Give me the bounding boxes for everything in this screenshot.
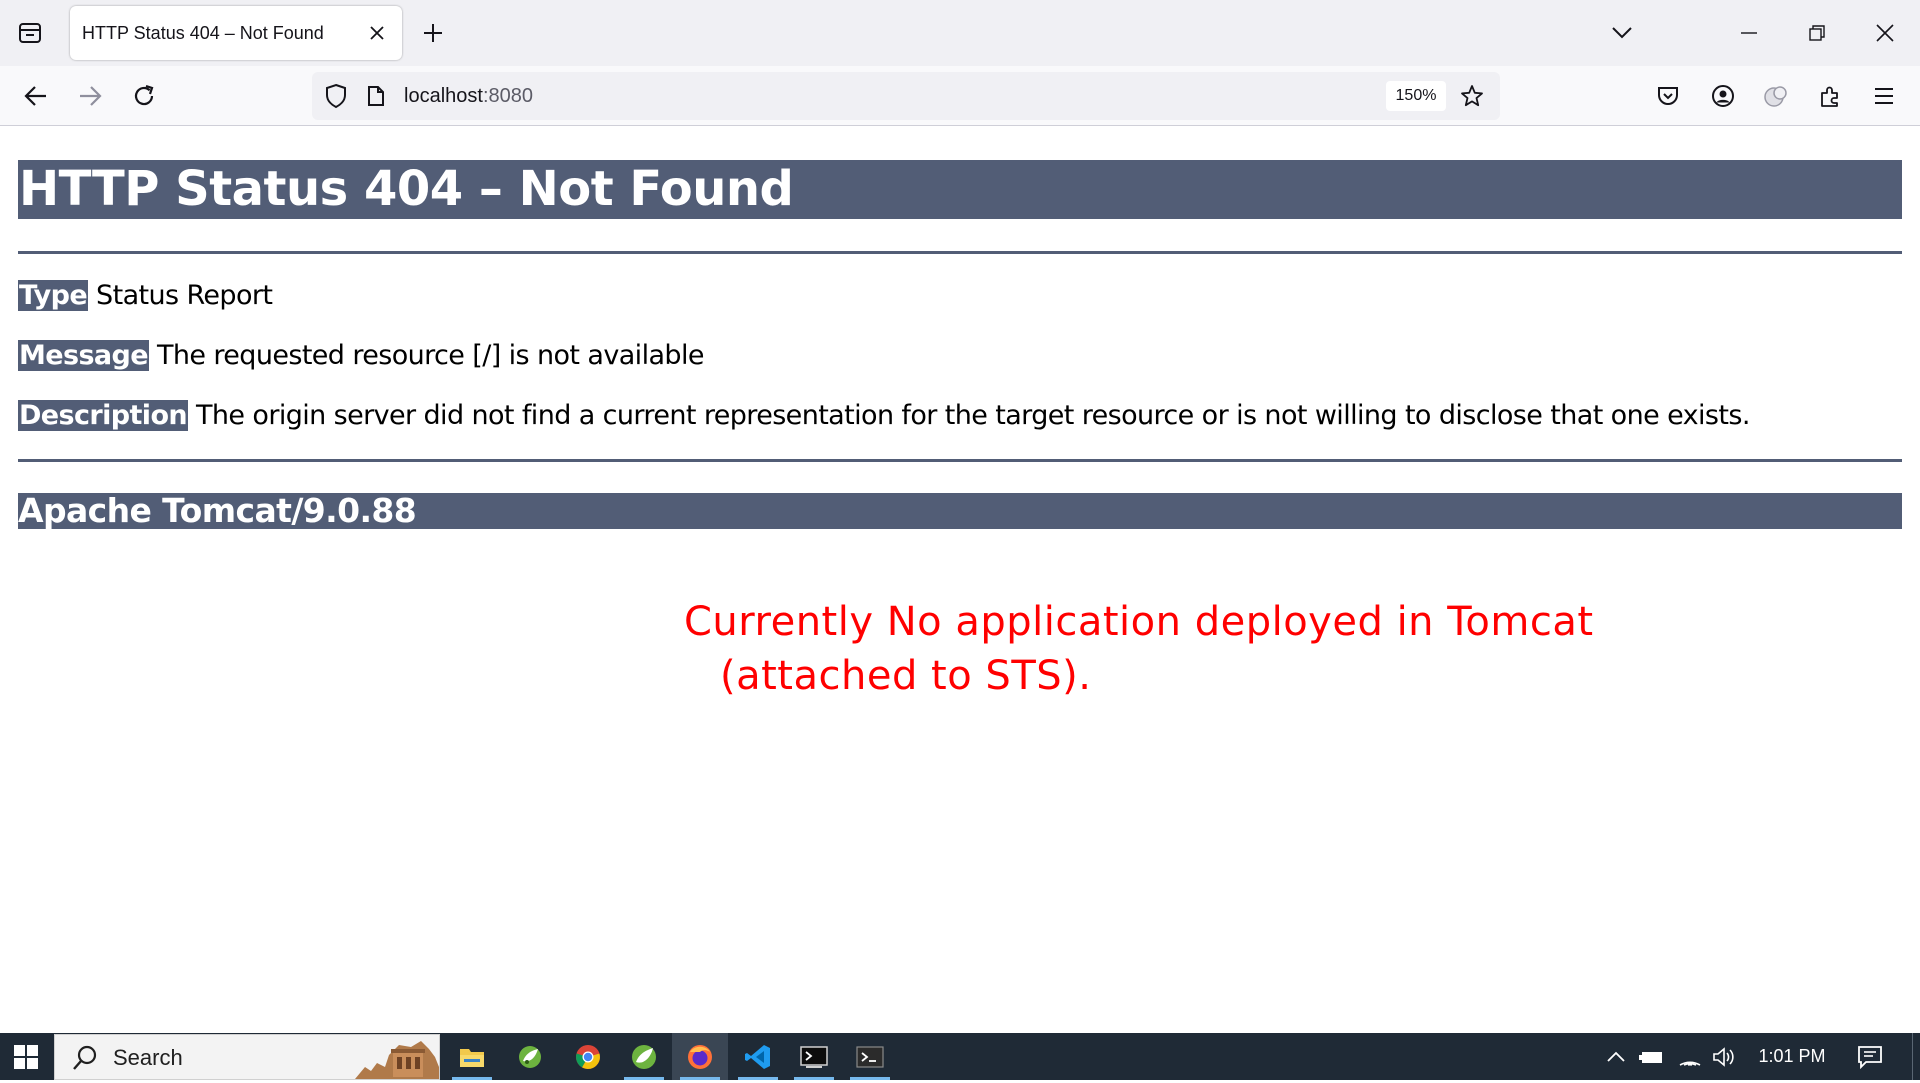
- close-window-button[interactable]: [1856, 10, 1914, 56]
- forward-button[interactable]: [72, 78, 108, 114]
- tab-strip: HTTP Status 404 – Not Found: [0, 0, 1920, 66]
- chrome-icon: [576, 1044, 600, 1069]
- page-content: HTTP Status 404 – Not Found Type Status …: [0, 127, 1920, 1033]
- tab-active[interactable]: HTTP Status 404 – Not Found: [70, 6, 402, 60]
- type-value: Status Report: [88, 280, 273, 311]
- page-icon: [368, 86, 384, 106]
- minimize-button[interactable]: [1720, 10, 1778, 56]
- volume-tray-button[interactable]: [1710, 1043, 1738, 1071]
- sts-taskbar-button[interactable]: [502, 1033, 558, 1080]
- restore-icon: [1809, 25, 1825, 41]
- account-button[interactable]: [1705, 78, 1741, 114]
- firefox-icon: [688, 1044, 712, 1069]
- extension-icon: [1764, 86, 1787, 107]
- back-button[interactable]: [18, 78, 54, 114]
- divider: [18, 459, 1902, 462]
- message-row: Message The requested resource [/] is no…: [18, 338, 704, 374]
- taskbar-search-box[interactable]: Search: [54, 1034, 440, 1080]
- wifi-icon: [1679, 1061, 1701, 1066]
- tab-close-button[interactable]: [362, 18, 392, 48]
- app-menu-button[interactable]: [1866, 78, 1902, 114]
- message-label: Message: [18, 340, 149, 371]
- file-explorer-icon: [460, 1048, 484, 1067]
- search-icon: [71, 1044, 99, 1072]
- hamburger-menu-icon: [1875, 88, 1893, 104]
- pocket-icon: [1658, 87, 1678, 105]
- annotation-note: Currently No application deployed in Tom…: [684, 595, 1594, 703]
- speaker-icon: [1713, 1047, 1734, 1067]
- url-text[interactable]: localhost:8080: [404, 72, 533, 120]
- reload-button[interactable]: [126, 78, 162, 114]
- type-label: Type: [18, 280, 89, 311]
- plus-icon: [424, 24, 442, 42]
- start-button[interactable]: [0, 1033, 52, 1080]
- reload-icon: [134, 84, 154, 106]
- tab-title: HTTP Status 404 – Not Found: [82, 22, 324, 43]
- account-icon: [1712, 85, 1734, 107]
- shield-icon: [326, 83, 346, 109]
- minimize-icon: [1741, 32, 1757, 34]
- terminal-icon: [800, 1045, 828, 1068]
- description-row: Description The origin server did not fi…: [18, 398, 1750, 434]
- annotation-line-1: Currently No application deployed in Tom…: [684, 599, 1594, 645]
- vscode-icon: [745, 1044, 770, 1069]
- file-explorer-taskbar-button[interactable]: [444, 1033, 500, 1080]
- firefox-view-icon: [19, 23, 41, 43]
- terminal-taskbar-button[interactable]: [786, 1033, 842, 1080]
- spring-taskbar-button[interactable]: [616, 1033, 672, 1080]
- spring-icon: [632, 1044, 656, 1069]
- tracking-protection-button[interactable]: [322, 82, 350, 110]
- notification-center-button[interactable]: [1852, 1041, 1888, 1073]
- server-info-footer: Apache Tomcat/9.0.88: [18, 493, 1902, 529]
- bookmark-star-button[interactable]: [1456, 81, 1488, 111]
- powershell-taskbar-button[interactable]: [842, 1033, 898, 1080]
- puzzle-icon: [1821, 86, 1838, 107]
- zoom-level-button[interactable]: 150%: [1386, 81, 1446, 111]
- extension-button[interactable]: [1758, 78, 1794, 114]
- annotation-line-2: (attached to STS).: [720, 653, 1092, 699]
- taskbar-clock[interactable]: 1:01 PM: [1752, 1033, 1832, 1080]
- chevron-down-icon: [1612, 27, 1632, 39]
- divider: [18, 251, 1902, 254]
- url-port: :8080: [482, 85, 533, 107]
- battery-tray-button[interactable]: [1638, 1043, 1666, 1071]
- type-row: Type Status Report: [18, 278, 273, 314]
- new-tab-button[interactable]: [416, 16, 450, 50]
- close-icon: [370, 26, 384, 40]
- description-value: The origin server did not find a current…: [188, 400, 1750, 431]
- star-icon: [1461, 85, 1483, 107]
- message-value: The requested resource [/] is not availa…: [148, 340, 705, 371]
- firefox-view-button[interactable]: [12, 16, 48, 50]
- notification-icon: [1858, 1046, 1882, 1069]
- navigation-toolbar: localhost:8080 150%: [0, 66, 1920, 126]
- close-icon: [1876, 24, 1894, 42]
- spring-tool-suite-icon: [519, 1045, 541, 1068]
- arrow-left-icon: [24, 86, 46, 106]
- battery-icon: [1639, 1052, 1662, 1063]
- list-all-tabs-button[interactable]: [1604, 16, 1640, 50]
- page-title: HTTP Status 404 – Not Found: [18, 160, 1902, 219]
- description-label: Description: [18, 400, 189, 431]
- chrome-taskbar-button[interactable]: [560, 1033, 616, 1080]
- firefox-taskbar-button[interactable]: [672, 1033, 728, 1080]
- show-desktop-button[interactable]: [1912, 1033, 1920, 1080]
- extensions-button[interactable]: [1812, 78, 1848, 114]
- show-hidden-icons-button[interactable]: [1602, 1043, 1630, 1071]
- vscode-taskbar-button[interactable]: [730, 1033, 786, 1080]
- site-info-button[interactable]: [364, 82, 388, 110]
- chevron-up-icon: [1607, 1051, 1625, 1062]
- search-placeholder: Search: [113, 1045, 183, 1070]
- wifi-tray-button[interactable]: [1676, 1043, 1704, 1071]
- arrow-right-icon: [80, 86, 102, 106]
- taskbar: Search 1:01 PM: [0, 1033, 1920, 1080]
- pocket-button[interactable]: [1650, 78, 1686, 114]
- address-bar[interactable]: localhost:8080 150%: [312, 72, 1500, 120]
- restore-button[interactable]: [1788, 10, 1846, 56]
- powershell-icon: [856, 1045, 884, 1068]
- search-highlight-image: [355, 1037, 439, 1079]
- url-host: localhost: [404, 85, 483, 107]
- windows-logo-icon: [14, 1044, 38, 1069]
